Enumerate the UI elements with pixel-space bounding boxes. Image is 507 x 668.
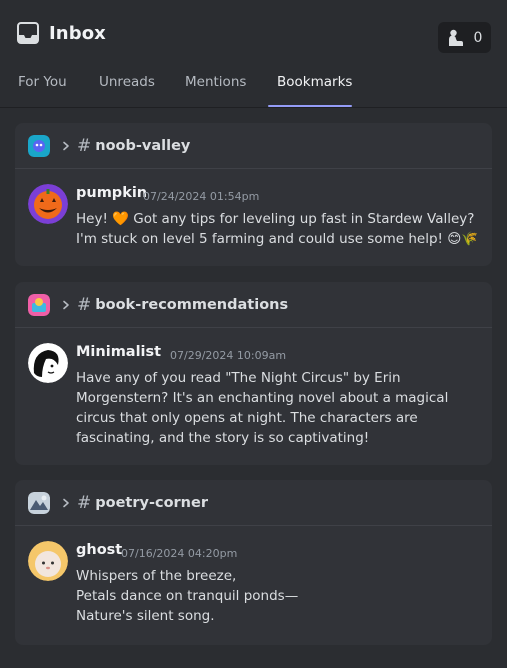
message-content: Have any of you read "The Night Circus" …: [76, 368, 476, 448]
user-status-button[interactable]: 0: [438, 22, 491, 53]
channel-hash-icon: #: [77, 492, 92, 513]
status-count: 0: [473, 29, 483, 46]
server-icon: [28, 491, 50, 514]
message-timestamp: 07/16/2024 04:20pm: [121, 547, 238, 560]
avatar[interactable]: [28, 343, 68, 383]
chevron-right-icon: [63, 498, 69, 507]
bookmark-card[interactable]: # noob-valley pumpkin 07/24/2024 01:54pm…: [15, 123, 492, 266]
bookmark-card[interactable]: # poetry-corner ghost 07/16/2024 04:20pm…: [15, 480, 492, 645]
channel-header[interactable]: # book-recommendations: [15, 282, 492, 328]
chevron-right-icon: [63, 300, 69, 309]
page-title: Inbox: [49, 22, 106, 44]
inbox-header: Inbox 0 For You Unreads Mentions Bookmar…: [0, 0, 507, 108]
channel-name[interactable]: poetry-corner: [95, 495, 208, 511]
channel-name[interactable]: noob-valley: [95, 138, 190, 154]
channel-name[interactable]: book-recommendations: [95, 297, 288, 313]
channel-hash-icon: #: [77, 135, 92, 156]
message-content: Whispers of the breeze, Petals dance on …: [76, 566, 476, 626]
message-timestamp: 07/24/2024 01:54pm: [143, 190, 260, 203]
message-line: Morgenstern? It's an enchanting novel ab…: [76, 390, 449, 406]
message-content: Hey! 🧡 Got any tips for leveling up fast…: [76, 209, 479, 249]
server-icon: [28, 293, 50, 316]
message-line: Hey! 🧡 Got any tips for leveling up fast…: [76, 211, 475, 227]
active-tab-indicator: [268, 105, 352, 107]
tab-mentions[interactable]: Mentions: [185, 74, 246, 90]
message-line: Petals dance on tranquil ponds—: [76, 588, 299, 604]
chevron-right-icon: [63, 141, 69, 150]
avatar[interactable]: [28, 184, 68, 224]
tab-bookmarks[interactable]: Bookmarks: [277, 74, 352, 90]
message-timestamp: 07/29/2024 10:09am: [170, 349, 287, 362]
message-line: I'm stuck on level 5 farming and could u…: [76, 231, 479, 247]
bookmark-card[interactable]: # book-recommendations Minimalist 07/29/…: [15, 282, 492, 465]
message-line: Whispers of the breeze,: [76, 568, 237, 584]
message-line: fascinating, and the story is so captiva…: [76, 430, 370, 446]
server-icon: [28, 134, 50, 157]
channel-header[interactable]: # poetry-corner: [15, 480, 492, 526]
message-line: Have any of you read "The Night Circus" …: [76, 370, 401, 386]
avatar[interactable]: [28, 541, 68, 581]
tab-unreads[interactable]: Unreads: [99, 74, 155, 90]
channel-hash-icon: #: [77, 294, 92, 315]
inbox-icon: [17, 22, 39, 44]
author-name[interactable]: pumpkin: [76, 185, 147, 201]
tab-for-you[interactable]: For You: [18, 74, 67, 90]
inbox-title-group: Inbox: [17, 22, 106, 44]
message-line: Nature's silent song.: [76, 608, 215, 624]
message-line: circus that only opens at night. The cha…: [76, 410, 418, 426]
author-name[interactable]: Minimalist: [76, 344, 161, 360]
user-status-icon: [448, 29, 463, 46]
author-name[interactable]: ghost: [76, 542, 122, 558]
inbox-tabs: For You Unreads Mentions Bookmarks: [0, 70, 507, 108]
channel-header[interactable]: # noob-valley: [15, 123, 492, 169]
